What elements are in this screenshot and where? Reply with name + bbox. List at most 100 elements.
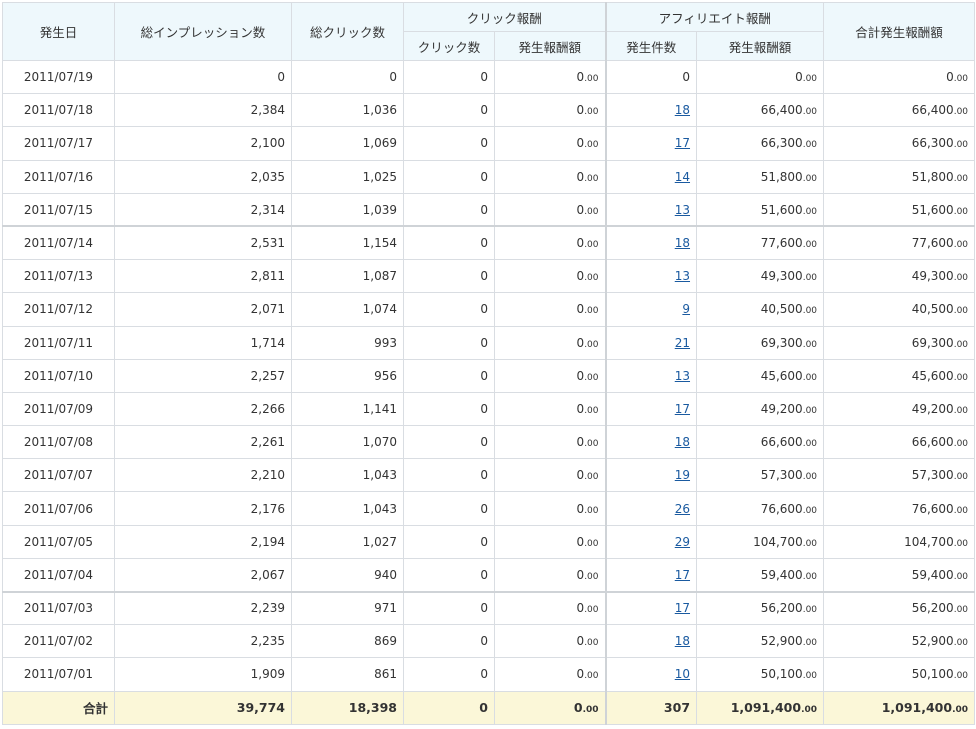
cell-total-amount: 0.00 [823, 59, 976, 95]
cell-total-amount-dec: .00 [953, 140, 969, 151]
cell-clicks: 993 [291, 325, 404, 360]
cell-aff-amount-dec: .00 [802, 140, 818, 151]
cell-total-amount-dec: .00 [953, 638, 969, 649]
cell-total-amount-dec: .00 [953, 571, 969, 582]
cell-click-amount-dec: .00 [584, 140, 599, 151]
table-body: 2011/07/19 0 0 0 0.00 0 0.00 0.00 2011/07/18 2,38… [2, 59, 976, 692]
cell-clicks: 1,036 [291, 93, 404, 128]
total-aff-amount: 1,091,400.00 [696, 690, 825, 725]
table-row: 2011/07/13 2,811 1,087 0 0.00 13 49,300.00 49,3… [2, 259, 976, 294]
cell-click-count: 0 [403, 325, 495, 360]
cell-impressions: 2,176 [114, 491, 292, 526]
aff-count-link[interactable]: 18 [675, 435, 690, 449]
cell-aff-count: 18 [604, 425, 698, 460]
aff-count-link[interactable]: 14 [675, 170, 690, 184]
cell-clicks: 1,027 [291, 524, 404, 559]
table-row: 2011/07/16 2,035 1,025 0 0.00 14 51,800.00 51,8… [2, 159, 976, 194]
cell-total-amount-dec: .00 [953, 107, 969, 118]
aff-count-link[interactable]: 13 [675, 203, 690, 217]
cell-total-amount: 45,600.00 [823, 358, 976, 393]
cell-aff-count: 18 [604, 93, 698, 128]
table-row: 2011/07/12 2,071 1,074 0 0.00 9 40,500.00 40,50… [2, 292, 976, 327]
table-row: 2011/07/08 2,261 1,070 0 0.00 18 66,600.00 66,6… [2, 425, 976, 460]
header-total-amount: 合計発生報酬額 [823, 2, 976, 61]
aff-count-link[interactable]: 18 [675, 103, 690, 117]
aff-count-link[interactable]: 18 [675, 236, 690, 250]
cell-aff-amount-dec: .00 [802, 439, 818, 450]
aff-count-link[interactable]: 26 [675, 502, 690, 516]
cell-total-amount-int: 66,400 [911, 103, 954, 118]
cell-impressions: 2,100 [114, 126, 292, 161]
cell-click-count: 0 [403, 391, 495, 427]
cell-aff-amount-dec: .00 [802, 571, 818, 582]
total-clicks: 18,398 [291, 690, 404, 725]
total-aff-amount-int: 1,091,400 [730, 700, 802, 716]
cell-click-amount-dec: .00 [584, 107, 599, 118]
cell-aff-amount-int: 66,400 [760, 103, 803, 118]
cell-aff-count: 17 [604, 391, 698, 427]
cell-click-amount-dec: .00 [584, 472, 599, 483]
cell-total-amount: 57,300.00 [823, 458, 976, 493]
cell-clicks: 1,043 [291, 491, 404, 526]
aff-count-link[interactable]: 29 [675, 535, 690, 549]
cell-total-amount: 50,100.00 [823, 657, 976, 692]
cell-click-amount: 0.00 [493, 624, 607, 659]
cell-click-amount: 0.00 [493, 192, 607, 227]
cell-total-amount-int: 59,400 [911, 567, 954, 582]
cell-aff-amount-dec: .00 [802, 206, 818, 217]
cell-total-amount: 49,300.00 [823, 259, 976, 294]
cell-aff-count: 17 [604, 590, 698, 626]
aff-count-link[interactable]: 18 [675, 634, 690, 648]
aff-count-link[interactable]: 13 [675, 369, 690, 383]
aff-count-link[interactable]: 10 [675, 667, 690, 681]
cell-total-amount-int: 40,500 [911, 302, 954, 317]
cell-click-amount: 0.00 [493, 590, 607, 626]
aff-count-link[interactable]: 21 [675, 336, 690, 350]
cell-clicks: 0 [291, 59, 404, 95]
cell-click-count: 0 [403, 159, 495, 194]
cell-click-count: 0 [403, 192, 495, 227]
aff-count-link[interactable]: 17 [675, 601, 690, 615]
cell-total-amount-int: 76,600 [911, 501, 954, 516]
aff-count-link[interactable]: 19 [675, 468, 690, 482]
aff-count-link[interactable]: 13 [675, 269, 690, 283]
cell-total-amount-dec: .00 [953, 74, 969, 85]
cell-aff-amount: 45,600.00 [696, 358, 825, 393]
cell-aff-amount-int: 40,500 [760, 302, 803, 317]
cell-total-amount: 49,200.00 [823, 391, 976, 427]
cell-total-amount: 51,800.00 [823, 159, 976, 194]
aff-count-link[interactable]: 9 [682, 302, 690, 316]
cell-aff-count: 18 [604, 624, 698, 659]
cell-total-amount-int: 51,600 [911, 202, 954, 217]
cell-clicks: 861 [291, 657, 404, 692]
cell-click-amount: 0.00 [493, 524, 607, 559]
cell-clicks: 1,087 [291, 259, 404, 294]
cell-impressions: 2,067 [114, 557, 292, 593]
cell-click-count: 0 [403, 126, 495, 161]
cell-clicks: 1,025 [291, 159, 404, 194]
cell-click-amount: 0.00 [493, 358, 607, 393]
cell-impressions: 2,314 [114, 192, 292, 227]
table-row: 2011/07/15 2,314 1,039 0 0.00 13 51,600.00 51,6… [2, 192, 976, 227]
aff-count-link[interactable]: 17 [675, 136, 690, 150]
cell-aff-amount-int: 66,600 [760, 435, 803, 450]
aff-count-link[interactable]: 17 [675, 568, 690, 582]
cell-aff-amount-int: 69,300 [760, 335, 803, 350]
cell-click-count: 0 [403, 657, 495, 692]
aff-count-link[interactable]: 17 [675, 402, 690, 416]
cell-impressions: 2,384 [114, 93, 292, 128]
cell-aff-amount: 104,700.00 [696, 524, 825, 559]
cell-click-amount: 0.00 [493, 259, 607, 294]
cell-aff-count: 29 [604, 524, 698, 559]
cell-impressions: 2,071 [114, 292, 292, 327]
cell-aff-amount: 77,600.00 [696, 225, 825, 261]
cell-click-amount: 0.00 [493, 93, 607, 128]
cell-aff-amount-int: 45,600 [760, 368, 803, 383]
cell-aff-amount: 66,600.00 [696, 425, 825, 460]
table-row: 2011/07/14 2,531 1,154 0 0.00 18 77,600.00 77,6… [2, 225, 976, 261]
cell-total-amount: 69,300.00 [823, 325, 976, 360]
cell-aff-amount: 52,900.00 [696, 624, 825, 659]
cell-aff-count: 26 [604, 491, 698, 526]
cell-total-amount-int: 0 [946, 70, 954, 85]
cell-total-amount-int: 45,600 [911, 368, 954, 383]
